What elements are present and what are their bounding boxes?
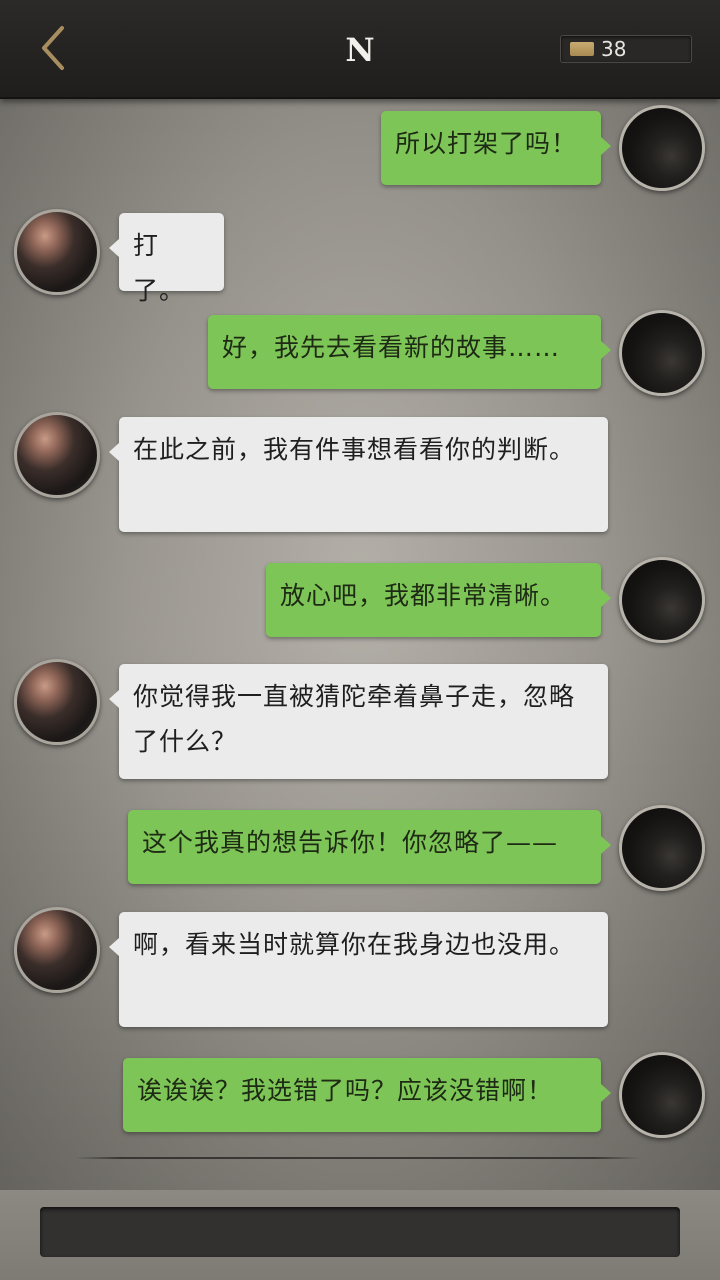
message-bubble-sent[interactable]: 放心吧，我都非常清晰。 (266, 563, 611, 637)
message-text: 啊，看来当时就算你在我身边也没用。 (133, 930, 576, 959)
message-bubble-sent[interactable]: 诶诶诶？我选错了吗？应该没错啊！ (123, 1058, 611, 1132)
message-text: 好，我先去看看新的故事…… (222, 333, 561, 362)
top-bar: N 38 (0, 0, 720, 99)
message-text: 放心吧，我都非常清晰。 (280, 581, 567, 610)
chevron-left-icon (42, 26, 64, 70)
chat-title: N (345, 31, 375, 69)
message-bubble-received[interactable]: 啊，看来当时就算你在我身边也没用。 (109, 912, 608, 1027)
message-text: 在此之前，我有件事想看看你的判断。 (133, 435, 576, 464)
message-bubble-sent[interactable]: 这个我真的想告诉你！你忽略了—— (128, 810, 611, 884)
contact-avatar[interactable] (14, 659, 100, 745)
message-text: 打了。 (133, 231, 186, 305)
contact-avatar[interactable] (14, 209, 100, 295)
user-avatar[interactable] (619, 105, 705, 191)
user-avatar[interactable] (619, 1052, 705, 1138)
coin-icon (570, 42, 594, 56)
user-avatar[interactable] (619, 805, 705, 891)
message-bubble-received[interactable]: 你觉得我一直被猜陀牵着鼻子走，忽略了什么？ (109, 664, 608, 779)
message-text: 你觉得我一直被猜陀牵着鼻子走，忽略了什么？ (133, 682, 576, 756)
message-bubble-sent[interactable]: 所以打架了吗！ (381, 111, 611, 185)
coin-count: 38 (601, 37, 627, 61)
message-bubble-sent[interactable]: 好，我先去看看新的故事…… (208, 315, 611, 389)
contact-avatar[interactable] (14, 412, 100, 498)
contact-avatar[interactable] (14, 907, 100, 993)
message-bubble-received[interactable]: 在此之前，我有件事想看看你的判断。 (109, 417, 608, 532)
user-avatar[interactable] (619, 557, 705, 643)
back-button[interactable] (28, 22, 78, 74)
user-avatar[interactable] (619, 310, 705, 396)
message-text: 所以打架了吗！ (395, 129, 578, 158)
coin-counter[interactable]: 38 (560, 35, 692, 63)
message-bubble-received[interactable]: 打了。 (109, 213, 224, 305)
chat-divider (75, 1157, 640, 1159)
message-text: 这个我真的想告诉你！你忽略了—— (142, 828, 559, 857)
reply-input[interactable] (40, 1207, 680, 1257)
message-text: 诶诶诶？我选错了吗？应该没错啊！ (137, 1076, 554, 1105)
